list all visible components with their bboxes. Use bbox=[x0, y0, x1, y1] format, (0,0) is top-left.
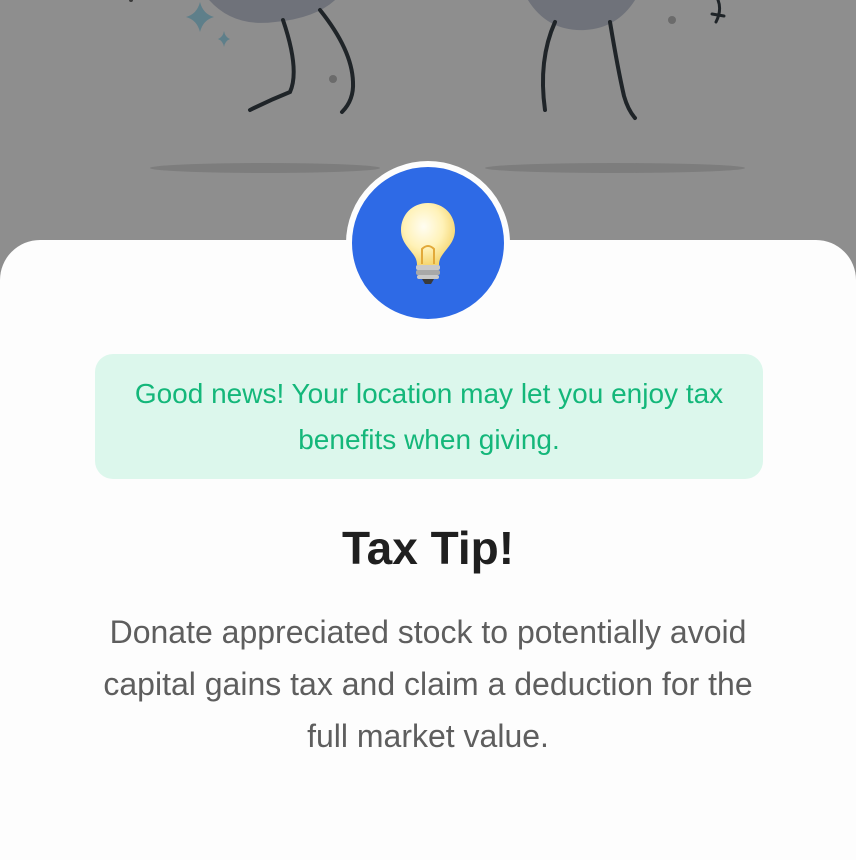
banner-message: Good news! Your location may let you enj… bbox=[134, 377, 724, 455]
lightbulb-badge bbox=[346, 161, 510, 325]
page-title: Tax Tip! bbox=[341, 522, 515, 574]
sparkle-icon bbox=[218, 31, 230, 47]
right-character-body bbox=[528, 0, 635, 31]
sparkle-icon bbox=[186, 2, 214, 32]
tip-description: Donate appreciated stock to potentially … bbox=[103, 614, 753, 754]
tax-benefit-banner: Good news! Your location may let you enj… bbox=[95, 354, 763, 479]
lightbulb-icon bbox=[401, 203, 455, 284]
